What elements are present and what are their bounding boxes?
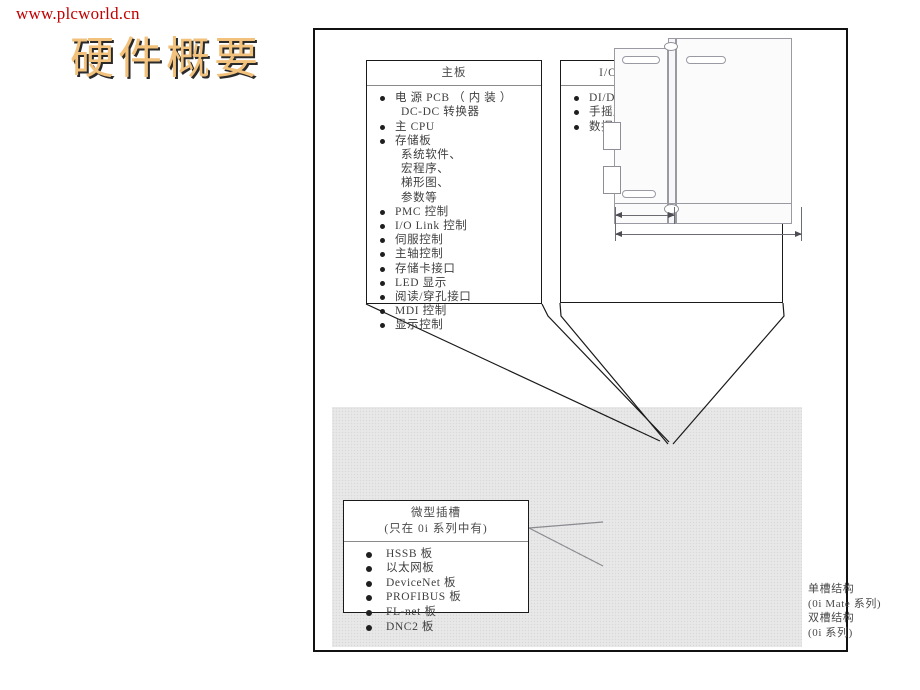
cabinet-right-panel [676, 38, 792, 224]
site-watermark: www.plcworld.cn [16, 4, 140, 23]
list-item: FL-net 板 [350, 605, 524, 620]
list-item: 阅读/穿孔接口 [373, 290, 537, 304]
list-item: DeviceNet 板 [350, 576, 524, 591]
cabinet-expansion-slot-upper [603, 122, 621, 150]
list-item: MDI 控制 [373, 304, 537, 318]
diagram-frame: 主板 电 源 PCB （ 内 装 ） DC-DC 转换器 主 CPU 存储板 系… [313, 28, 881, 652]
list-item: DC-DC 转换器 [401, 106, 480, 119]
list-item: 系统软件、 [401, 148, 462, 161]
main-board-title: 主板 [367, 61, 541, 87]
cnc-cabinet-illustration [603, 38, 802, 235]
micro-slot-title-line2: (只在 0i 系列中有) [384, 523, 488, 536]
page-title: 硬件概要 [70, 34, 262, 83]
list-item: 参数等 [401, 191, 438, 204]
structure-caption-line1: 单槽结构 [808, 583, 855, 595]
list-item: 主轴控制 [373, 247, 537, 261]
list-item: PROFIBUS 板 [350, 590, 524, 605]
structure-caption-line3: 双槽结构 [808, 612, 855, 624]
structure-caption-line4: (0i 系列) [808, 626, 853, 639]
list-item: PMC 控制 [373, 205, 537, 219]
list-item: 存储板 [373, 134, 537, 148]
main-board-list: 电 源 PCB （ 内 装 ） DC-DC 转换器 主 CPU 存储板 系统软件… [367, 86, 541, 336]
dimension-line-double-slot [615, 231, 802, 237]
list-item: LED 显示 [373, 276, 537, 290]
cabinet-vent-top-left [622, 56, 660, 64]
main-board-box: 主板 电 源 PCB （ 内 装 ） DC-DC 转换器 主 CPU 存储板 系… [366, 60, 542, 331]
list-item: HSSB 板 [350, 547, 524, 562]
cabinet-expansion-slot-lower [603, 166, 621, 194]
micro-slot-box: 微型插槽 (只在 0i 系列中有) HSSB 板 以太网板 DeviceNet … [343, 500, 529, 633]
cabinet-center-divider [668, 38, 676, 224]
list-item: 梯形图、 [401, 177, 450, 190]
list-item: I/O Link 控制 [373, 219, 537, 233]
structure-caption: 单槽结构 (0i Mate 系列) 双槽结构 (0i 系列) [808, 582, 881, 640]
cabinet-knob-top [664, 42, 678, 51]
cabinet-base-panel [614, 203, 792, 224]
micro-slot-title: 微型插槽 (只在 0i 系列中有) [344, 501, 528, 542]
list-item: 显示控制 [373, 318, 537, 332]
list-item: DNC2 板 [350, 620, 524, 635]
dimension-line-single-slot [615, 212, 675, 218]
micro-slot-list: HSSB 板 以太网板 DeviceNet 板 PROFIBUS 板 FL-ne… [344, 542, 528, 639]
micro-slot-title-line1: 微型插槽 [411, 507, 461, 519]
cabinet-vent-top-right [686, 56, 726, 64]
list-item: 电 源 PCB （ 内 装 ） [373, 91, 537, 105]
cabinet-vent-bottom-left [622, 190, 656, 198]
list-item: 以太网板 [350, 561, 524, 576]
structure-caption-line2: (0i Mate 系列) [808, 597, 882, 610]
list-item: 宏程序、 [401, 163, 450, 176]
list-item: 主 CPU [373, 120, 537, 134]
list-item: 存储卡接口 [373, 262, 537, 276]
list-item: 伺服控制 [373, 233, 537, 247]
